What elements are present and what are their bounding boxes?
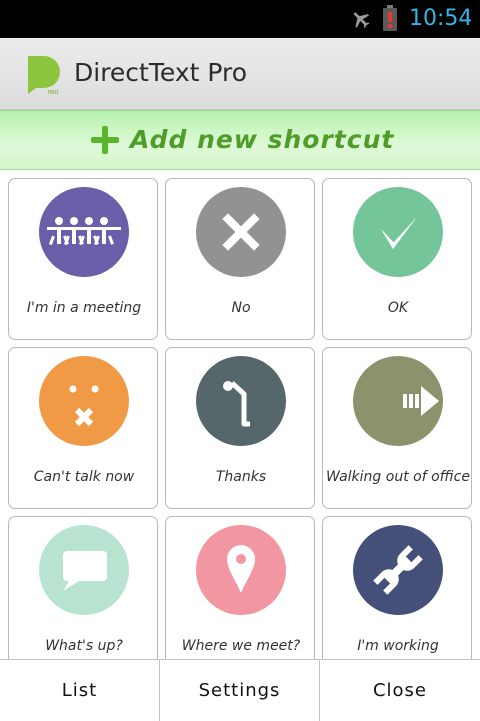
shortcut-label: What's up?	[45, 638, 123, 654]
shortcut-tile-meeting[interactable]: I'm in a meeting	[8, 178, 158, 340]
silent-face-icon	[39, 356, 129, 446]
exit-arrow-icon	[353, 356, 443, 446]
clock-time: 10:54	[409, 6, 473, 31]
add-new-shortcut-label: Add new shortcut	[130, 125, 395, 154]
shortcut-tile-where-we-meet[interactable]: Where we meet?	[165, 516, 315, 659]
add-new-shortcut-button[interactable]: Add new shortcut	[0, 110, 480, 170]
shortcut-label: Where we meet?	[181, 638, 301, 654]
shortcut-tile-walking-out[interactable]: Walking out of office	[322, 347, 472, 509]
x-icon	[196, 187, 286, 277]
shortcut-label: No	[231, 300, 251, 316]
map-pin-icon	[196, 525, 286, 615]
shortcut-label: OK	[387, 300, 409, 316]
shortcut-label: I'm in a meeting	[26, 300, 142, 316]
shortcut-label: I'm working	[357, 638, 439, 654]
app-header: PRO DirectText Pro	[0, 38, 480, 110]
bowing-person-icon	[196, 356, 286, 446]
airplane-mode-icon	[353, 12, 370, 29]
shortcut-tile-thanks[interactable]: Thanks	[165, 347, 315, 509]
app-title: DirectText Pro	[74, 58, 248, 87]
wrench-icon	[353, 525, 443, 615]
directtext-logo-icon: PRO	[28, 56, 60, 96]
shortcut-tile-ok[interactable]: OK	[322, 178, 472, 340]
plus-icon	[91, 126, 119, 154]
logo-badge: PRO	[48, 90, 58, 96]
shortcut-tile-working[interactable]: I'm working	[322, 516, 472, 659]
meeting-people-icon	[39, 187, 129, 277]
shortcut-label: Can't talk now	[33, 469, 135, 485]
status-bar: 10:54	[0, 0, 480, 38]
shortcut-tile-no[interactable]: No	[165, 178, 315, 340]
bottom-action-bar: List Settings Close	[0, 659, 480, 721]
battery-low-icon	[383, 5, 397, 31]
shortcut-tile-whats-up[interactable]: What's up?	[8, 516, 158, 659]
shortcut-label: Walking out of office	[326, 469, 470, 485]
settings-button[interactable]: Settings	[160, 660, 319, 721]
shortcut-tile-cant-talk[interactable]: Can't talk now	[8, 347, 158, 509]
shortcut-label: Thanks	[215, 469, 267, 485]
list-button[interactable]: List	[0, 660, 159, 721]
speech-bubble-icon	[39, 525, 129, 615]
close-button[interactable]: Close	[320, 660, 480, 721]
shortcut-grid[interactable]: I'm in a meeting No OK Can't talk now Th…	[0, 171, 480, 659]
checkmark-icon	[353, 187, 443, 277]
